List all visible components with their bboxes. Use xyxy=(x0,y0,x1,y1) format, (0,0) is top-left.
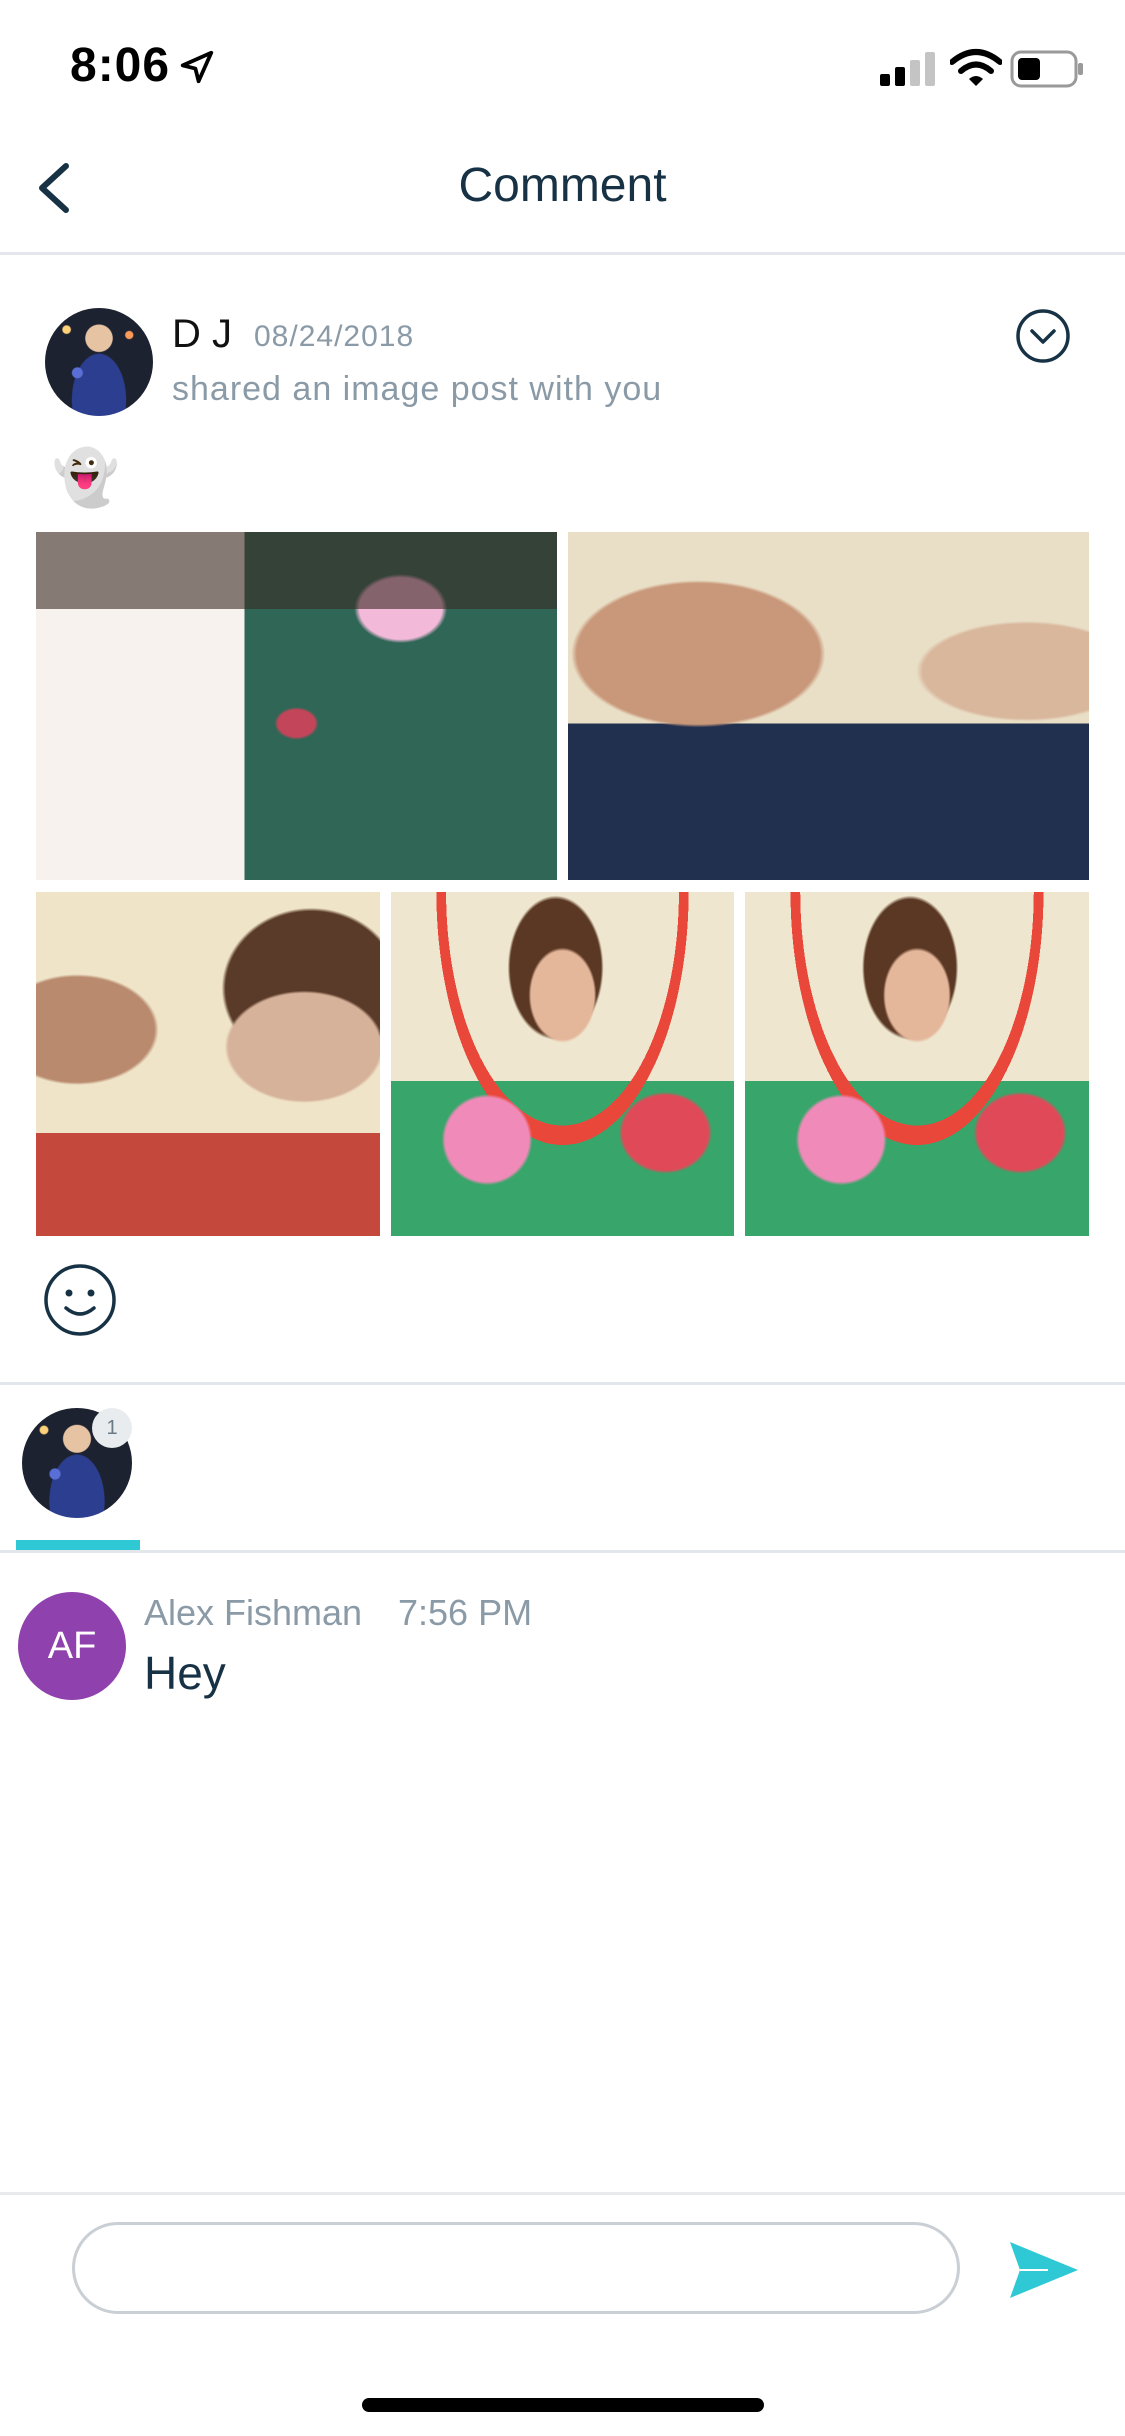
header-divider xyxy=(0,252,1125,255)
battery-icon xyxy=(1010,50,1083,88)
active-tab-indicator xyxy=(16,1540,140,1550)
location-arrow-icon xyxy=(180,50,214,84)
comment-input[interactable] xyxy=(72,2222,960,2314)
post-subtitle: shared an image post with you xyxy=(172,370,663,408)
commenter-avatar[interactable]: AF xyxy=(18,1592,126,1700)
viewer-count-badge: 1 xyxy=(92,1408,132,1448)
wifi-icon xyxy=(950,49,1002,86)
input-divider xyxy=(0,2192,1125,2195)
section-divider xyxy=(0,1382,1125,1385)
post-options-button[interactable] xyxy=(1015,308,1071,364)
post-date: 08/24/2018 xyxy=(254,320,415,353)
comment-time: 7:56 PM xyxy=(398,1592,533,1633)
post-photo-4[interactable] xyxy=(391,892,734,1236)
home-indicator xyxy=(362,2398,764,2412)
author-avatar[interactable] xyxy=(45,308,153,416)
post-photo-2[interactable] xyxy=(568,532,1089,880)
post-photo-3[interactable] xyxy=(36,892,380,1236)
page-title: Comment xyxy=(458,159,667,212)
post-emoji: 👻 xyxy=(52,448,120,508)
tab-divider xyxy=(0,1550,1125,1553)
send-icon[interactable] xyxy=(1008,2238,1080,2302)
cellular-signal-icon xyxy=(880,52,935,86)
comment-author: Alex Fishman xyxy=(144,1592,363,1633)
comment-text: Hey xyxy=(144,1647,226,1699)
post-author-name[interactable]: D J xyxy=(172,312,232,357)
post-photo-1[interactable] xyxy=(36,532,557,880)
status-time: 8:06 xyxy=(70,39,171,92)
post-photo-5[interactable] xyxy=(745,892,1089,1236)
add-reaction-smiley-icon[interactable] xyxy=(42,1262,118,1338)
